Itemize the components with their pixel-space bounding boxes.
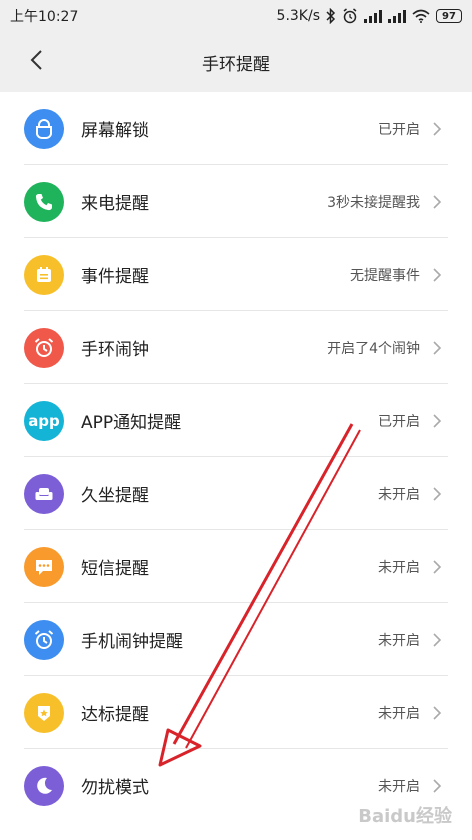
list-item-app-notification[interactable]: app APP通知提醒 已开启	[0, 384, 472, 457]
list-item-label: 勿扰模式	[81, 778, 149, 798]
list-item-label: 事件提醒	[81, 267, 149, 287]
app-icon-text: app	[28, 411, 60, 430]
calendar-icon	[24, 254, 64, 295]
list-item-label: 手环闹钟	[81, 340, 149, 360]
app-icon: app	[24, 400, 64, 441]
status-bar: 上午10:27 5.3K/s 97	[0, 0, 472, 32]
list-item-label: 短信提醒	[81, 559, 149, 579]
list-item-goal-reminder[interactable]: 达标提醒 未开启	[0, 676, 472, 749]
chevron-right-icon	[432, 340, 444, 356]
back-arrow-icon	[29, 49, 43, 75]
list-item-screen-unlock[interactable]: 屏幕解锁 已开启	[0, 92, 472, 165]
message-icon	[24, 546, 64, 587]
battery-icon: 97	[436, 9, 462, 23]
alarm-clock-icon	[342, 8, 358, 24]
list-item-status: 无提醒事件	[350, 267, 420, 284]
list-item-status: 开启了4个闹钟	[327, 340, 420, 357]
header-bar: 手环提醒	[0, 32, 472, 92]
chevron-right-icon	[432, 559, 444, 575]
signal-icon-2	[388, 9, 406, 23]
back-button[interactable]	[20, 46, 52, 78]
chevron-right-icon	[432, 194, 444, 210]
moon-icon	[24, 765, 64, 806]
chevron-right-icon	[432, 778, 444, 794]
list-item-status: 已开启	[378, 413, 420, 430]
list-item-label: APP通知提醒	[81, 413, 182, 433]
chevron-right-icon	[432, 413, 444, 429]
list-item-band-alarm[interactable]: 手环闹钟 开启了4个闹钟	[0, 311, 472, 384]
list-item-phone-alarm-reminder[interactable]: 手机闹钟提醒 未开启	[0, 603, 472, 676]
phone-alarm-icon	[24, 619, 64, 660]
status-time: 上午10:27	[10, 9, 79, 25]
sofa-icon	[24, 473, 64, 514]
list-item-status: 未开启	[378, 778, 420, 795]
list-item-label: 久坐提醒	[81, 486, 149, 506]
list-item-status: 未开启	[378, 705, 420, 722]
chevron-right-icon	[432, 267, 444, 283]
list-item-status: 3秒未接提醒我	[327, 194, 420, 211]
list-item-status: 未开启	[378, 559, 420, 576]
wifi-icon	[412, 9, 430, 23]
status-icons: 5.3K/s 97	[277, 8, 462, 24]
watermark: Baidu经验	[358, 806, 452, 827]
list-item-status: 未开启	[378, 632, 420, 649]
list-item-event-reminder[interactable]: 事件提醒 无提醒事件	[0, 238, 472, 311]
chevron-right-icon	[432, 486, 444, 502]
list-item-status: 已开启	[378, 121, 420, 138]
list-item-label: 手机闹钟提醒	[81, 632, 183, 652]
list-item-sms-reminder[interactable]: 短信提醒 未开启	[0, 530, 472, 603]
list-item-label: 达标提醒	[81, 705, 149, 725]
chevron-right-icon	[432, 632, 444, 648]
unlock-icon	[24, 108, 64, 149]
phone-icon	[24, 181, 64, 222]
list-item-label: 来电提醒	[81, 194, 149, 214]
bluetooth-icon	[326, 8, 336, 24]
chevron-right-icon	[432, 705, 444, 721]
reminder-list: 屏幕解锁 已开启 来电提醒 3秒未接提醒我 事件提醒 无提醒事件 手环闹钟 开启…	[0, 92, 472, 822]
badge-icon	[24, 692, 64, 733]
list-item-call-reminder[interactable]: 来电提醒 3秒未接提醒我	[0, 165, 472, 238]
alarm-icon	[24, 327, 64, 368]
page-title: 手环提醒	[202, 54, 270, 75]
signal-icon	[364, 9, 382, 23]
network-speed: 5.3K/s	[276, 8, 320, 24]
list-item-label: 屏幕解锁	[81, 121, 149, 141]
list-item-sedentary-reminder[interactable]: 久坐提醒 未开启	[0, 457, 472, 530]
list-item-status: 未开启	[378, 486, 420, 503]
chevron-right-icon	[432, 121, 444, 137]
